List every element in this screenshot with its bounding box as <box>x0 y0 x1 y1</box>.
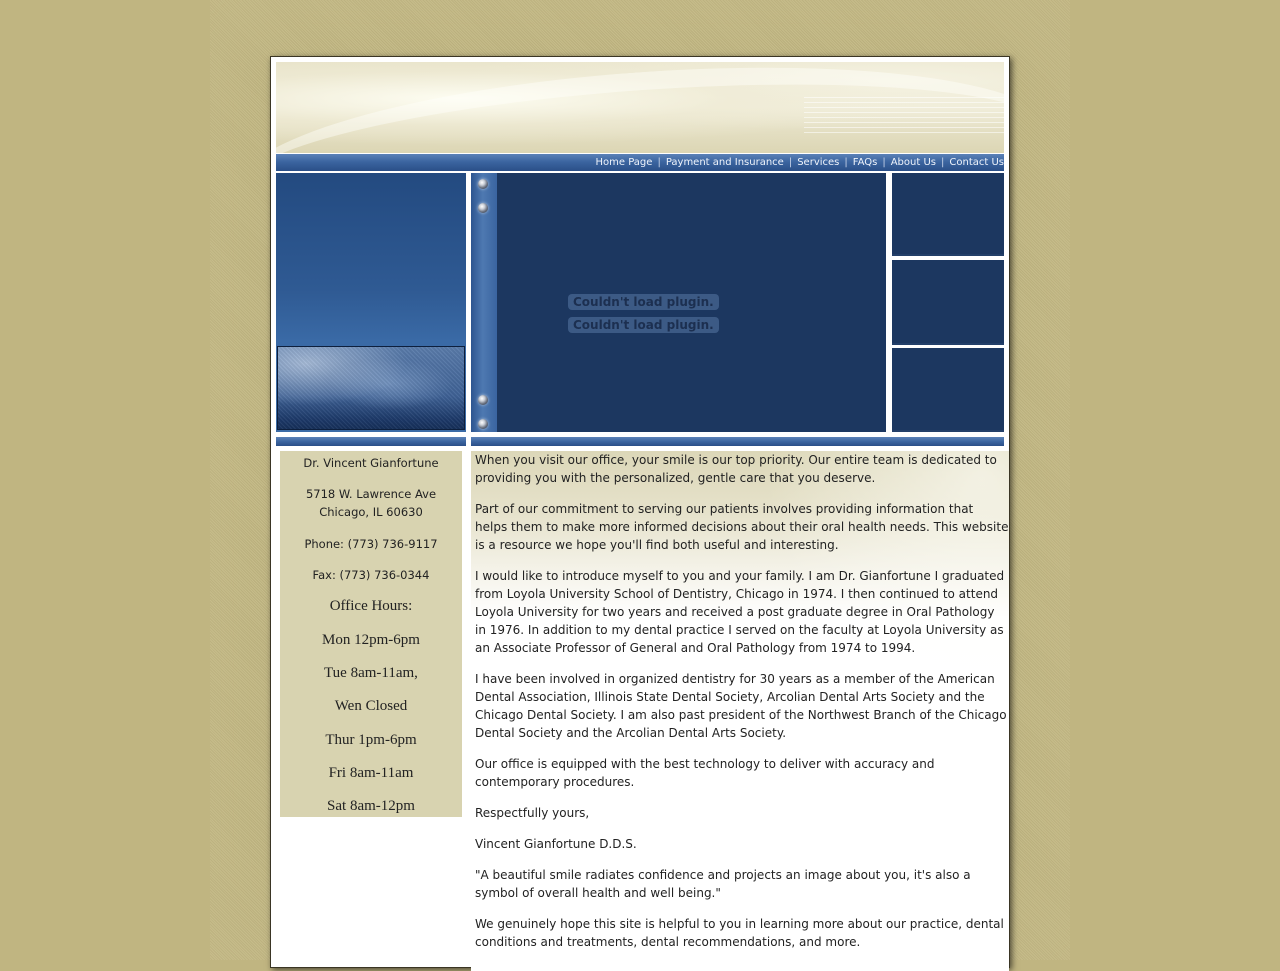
technology-paragraph: Our office is equipped with the best tec… <box>475 757 935 789</box>
screw-icon <box>478 395 488 405</box>
doctor-name: Dr. Vincent Gianfortune <box>303 456 439 470</box>
nav-separator: | <box>941 157 945 168</box>
memberships-paragraph: I have been involved in organized dentis… <box>475 672 1007 740</box>
nav-payment-and-insurance[interactable]: Payment and Insurance <box>666 157 784 168</box>
office-hours-tuesday: Tue 8am-11am, <box>324 665 418 681</box>
address-line-2: Chicago, IL 60630 <box>319 505 423 519</box>
main-navigation: Home Page | Payment and Insurance | Serv… <box>276 154 1004 171</box>
screw-icon <box>478 179 488 189</box>
nav-separator: | <box>657 157 661 168</box>
closing-salutation: Respectfully yours, <box>475 806 590 820</box>
biography-paragraph: I would like to introduce myself to you … <box>475 569 1005 655</box>
right-panel-box <box>892 173 1004 256</box>
closing-paragraph: We genuinely hope this site is helpful t… <box>475 917 1004 949</box>
right-panel-box <box>892 348 1004 432</box>
page-container: Home Page | Payment and Insurance | Serv… <box>270 56 1010 971</box>
signature: Vincent Gianfortune D.D.S. <box>475 837 637 851</box>
nav-faqs[interactable]: FAQs <box>853 157 878 168</box>
intro-paragraph: When you visit our office, your smile is… <box>475 453 997 485</box>
rail-decoration <box>471 173 497 432</box>
address-line-1: 5718 W. Lawrence Ave <box>305 487 437 501</box>
nav-separator: | <box>788 157 793 168</box>
nav-separator: | <box>844 157 848 168</box>
header-banner <box>276 62 1004 153</box>
commitment-paragraph: Part of our commitment to serving our pa… <box>475 502 1009 552</box>
right-panel-box <box>892 260 1004 345</box>
plugin-error-message[interactable]: Couldn't load plugin. <box>568 294 719 310</box>
plugin-error-message[interactable]: Couldn't load plugin. <box>568 317 719 333</box>
office-hours-friday: Fri 8am-11am <box>328 765 414 781</box>
left-blue-panel <box>276 173 466 432</box>
nav-contact-us[interactable]: Contact Us <box>949 157 1004 168</box>
plugin-media-area: Couldn't load plugin. Couldn't load plug… <box>497 173 886 432</box>
banner-lines-decoration <box>804 97 1004 137</box>
screw-icon <box>478 419 488 429</box>
decorative-image-thumbnail <box>277 346 465 430</box>
office-hours-monday: Mon 12pm-6pm <box>322 632 420 648</box>
right-divider-bar <box>471 437 1004 446</box>
nav-about-us[interactable]: About Us <box>891 157 936 168</box>
screw-icon <box>478 203 488 213</box>
contact-sidebar: Dr. Vincent Gianfortune 5718 W. Lawrence… <box>280 451 462 817</box>
nav-home-page[interactable]: Home Page <box>596 157 653 168</box>
quote-paragraph: "A beautiful smile radiates confidence a… <box>475 868 971 900</box>
left-divider-bar <box>276 437 466 446</box>
office-hours-wednesday: Wen Closed <box>334 698 408 714</box>
nav-separator: | <box>882 157 886 168</box>
fax-number: Fax: (773) 736-0344 <box>312 568 430 582</box>
phone-number: Phone: (773) 736-9117 <box>304 537 438 551</box>
office-hours-title: Office Hours: <box>329 598 413 614</box>
office-hours-saturday: Sat 8am-12pm <box>327 798 415 814</box>
nav-services[interactable]: Services <box>797 157 839 168</box>
main-content: When you visit our office, your smile is… <box>471 451 1009 971</box>
office-hours-thursday: Thur 1pm-6pm <box>325 732 417 748</box>
